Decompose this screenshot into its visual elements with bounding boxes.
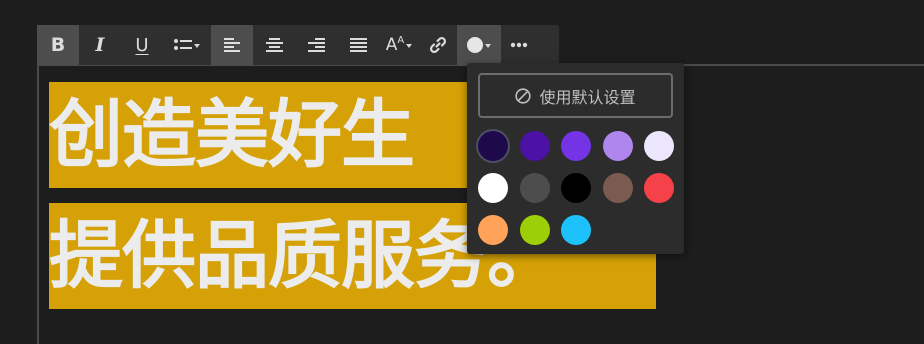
justify-icon	[349, 38, 367, 52]
align-center-icon	[265, 38, 283, 52]
color-swatch[interactable]	[478, 215, 508, 245]
justify-button[interactable]	[337, 25, 379, 65]
color-swatch[interactable]	[644, 131, 674, 161]
text-color-button[interactable]	[457, 25, 501, 65]
color-swatch[interactable]	[519, 173, 550, 203]
chevron-down-icon	[406, 43, 413, 48]
italic-icon: I	[95, 34, 105, 56]
bold-icon: B	[50, 34, 66, 56]
color-swatch[interactable]	[561, 131, 591, 161]
color-swatch[interactable]	[561, 215, 591, 245]
more-button[interactable]	[501, 25, 537, 65]
align-right-icon	[307, 38, 325, 52]
link-button[interactable]	[419, 25, 457, 65]
chevron-down-icon	[194, 43, 200, 48]
ban-icon	[515, 87, 532, 104]
use-default-button[interactable]: 使用默认设置	[478, 73, 673, 118]
font-size-icon: A A	[385, 35, 405, 55]
color-picker-popover: 使用默认设置	[467, 63, 684, 254]
color-swatch[interactable]	[644, 173, 674, 203]
bulleted-list-icon	[174, 39, 192, 50]
bold-button[interactable]: B	[37, 25, 79, 65]
align-left-icon	[223, 38, 240, 52]
align-center-button[interactable]	[253, 25, 295, 65]
chevron-down-icon	[485, 43, 491, 48]
list-button[interactable]	[163, 25, 211, 65]
align-right-button[interactable]	[295, 25, 337, 65]
align-left-button[interactable]	[211, 25, 253, 65]
italic-button[interactable]: I	[79, 25, 121, 65]
use-default-label: 使用默认设置	[539, 87, 636, 107]
color-swatch[interactable]	[602, 173, 633, 203]
color-swatch[interactable]	[478, 173, 508, 203]
underline-button[interactable]: U	[121, 25, 163, 65]
color-swatch[interactable]	[602, 131, 633, 161]
color-swatch[interactable]	[561, 173, 591, 203]
underline-icon: U	[135, 34, 149, 56]
more-icon	[510, 42, 528, 48]
color-circle-icon	[467, 37, 483, 53]
color-swatch[interactable]	[519, 131, 550, 161]
color-swatch[interactable]	[519, 215, 550, 245]
font-size-button[interactable]: A A	[379, 25, 419, 65]
formatting-toolbar: B I U A A	[37, 25, 559, 65]
link-icon	[429, 36, 447, 54]
color-swatch[interactable]	[478, 131, 508, 161]
text-line-1[interactable]: 创造美好生	[49, 82, 473, 188]
